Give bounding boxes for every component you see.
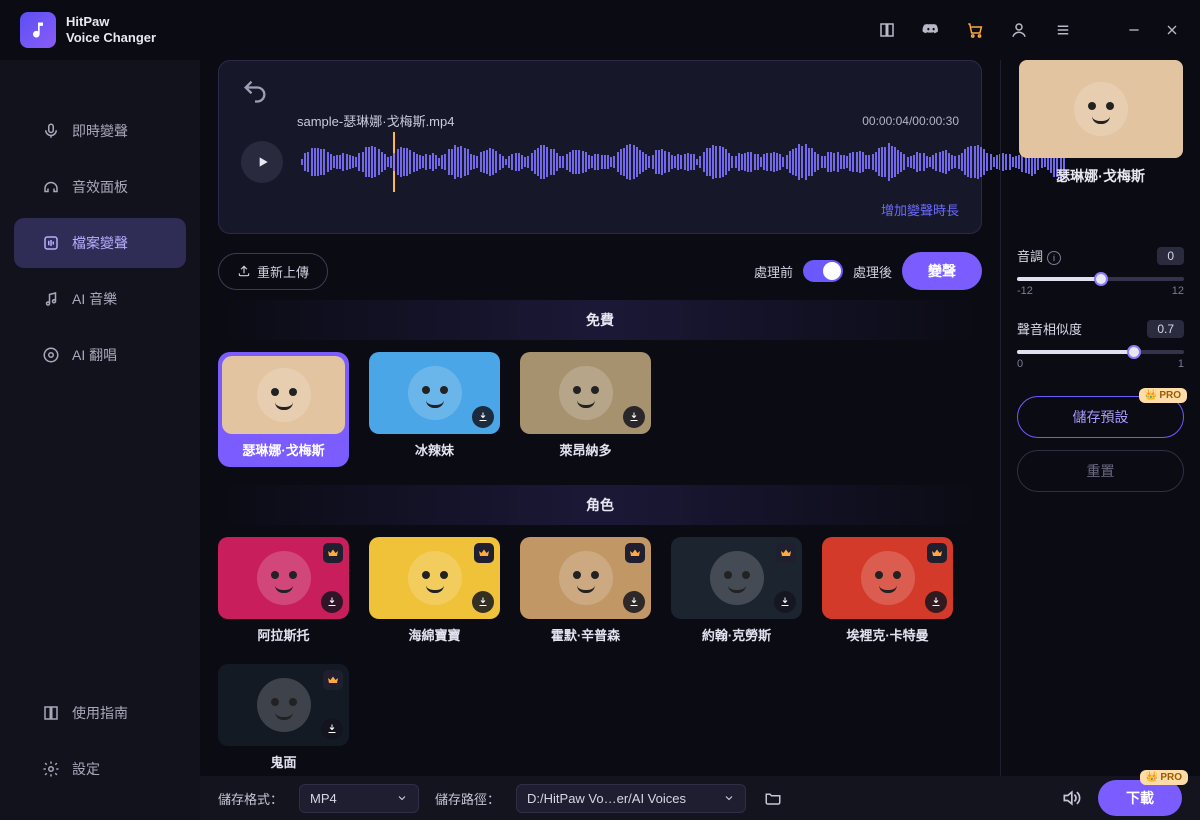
voice-card[interactable]: 海綿寶寶: [369, 537, 500, 644]
right-panel: 瑟琳娜·戈梅斯 音調i 0 -1212 聲音相似度 0.7 01 儲存預設 👑P…: [1000, 60, 1200, 776]
after-label: 處理後: [853, 262, 892, 281]
nav-realtime[interactable]: 即時變聲: [14, 106, 186, 156]
info-icon[interactable]: i: [1047, 251, 1061, 265]
voice-name: 萊昂納多: [559, 440, 611, 459]
voice-name: 霍默·辛普森: [551, 625, 620, 644]
download-icon[interactable]: [472, 406, 494, 428]
download-button[interactable]: 下載 👑PRO: [1098, 780, 1182, 816]
voice-card[interactable]: 瑟琳娜·戈梅斯: [218, 352, 349, 467]
voice-card[interactable]: 埃裡克·卡特曼: [822, 537, 953, 644]
voice-name: 阿拉斯托: [257, 625, 309, 644]
nav-settings[interactable]: 設定: [14, 744, 186, 794]
waveform[interactable]: [301, 134, 1065, 190]
sidebar: 即時變聲 音效面板 檔案變聲 AI 音樂 AI 翻唱 使用指南 設定: [0, 60, 200, 820]
crown-icon: [323, 670, 343, 690]
main-content: sample-瑟琳娜·戈梅斯.mp4 00:00:04/00:00:30 增加變…: [200, 60, 1000, 776]
nav-file-voice[interactable]: 檔案變聲: [14, 218, 186, 268]
app-logo: HitPaw Voice Changer: [20, 12, 156, 48]
download-icon[interactable]: [623, 406, 645, 428]
voice-name: 約翰·克勞斯: [702, 625, 771, 644]
cart-icon[interactable]: [966, 21, 984, 39]
before-after-toggle[interactable]: [803, 260, 843, 282]
open-folder-button[interactable]: [762, 787, 784, 809]
undo-button[interactable]: [241, 77, 269, 105]
voice-card[interactable]: 鬼面: [218, 664, 349, 771]
time-display: 00:00:04/00:00:30: [862, 114, 959, 128]
format-label: 儲存格式：: [218, 789, 283, 808]
preview-thumb: [1019, 60, 1183, 158]
pitch-value: 0: [1157, 247, 1184, 265]
crown-icon: [776, 543, 796, 563]
nav-ai-music[interactable]: AI 音樂: [14, 274, 186, 324]
speaker-button[interactable]: [1060, 787, 1082, 809]
close-button[interactable]: [1164, 22, 1180, 38]
app-title: HitPaw Voice Changer: [66, 14, 156, 45]
convert-button[interactable]: 變聲: [902, 252, 982, 290]
file-name: sample-瑟琳娜·戈梅斯.mp4: [297, 111, 454, 130]
guide-icon[interactable]: [878, 21, 896, 39]
logo-icon: [20, 12, 56, 48]
crown-icon: [474, 543, 494, 563]
path-label: 儲存路徑：: [435, 789, 500, 808]
similarity-value: 0.7: [1147, 320, 1184, 338]
add-time-link[interactable]: 增加變聲時長: [241, 200, 959, 219]
crown-icon: [927, 543, 947, 563]
voice-card[interactable]: 阿拉斯托: [218, 537, 349, 644]
voice-card[interactable]: 萊昂納多: [520, 352, 651, 467]
nav-guide[interactable]: 使用指南: [14, 688, 186, 738]
minimize-button[interactable]: [1126, 22, 1142, 38]
pitch-track[interactable]: [1017, 277, 1184, 281]
grid-role: 阿拉斯托 海綿寶寶 霍默·辛普森 約翰·克勞斯 埃裡克·卡特曼鬼面: [218, 537, 982, 771]
download-icon[interactable]: [623, 591, 645, 613]
section-role: 角色: [218, 485, 982, 525]
path-select[interactable]: D:/HitPaw Vo…er/AI Voices: [516, 784, 746, 813]
nav-ai-cover[interactable]: AI 翻唱: [14, 330, 186, 380]
download-icon[interactable]: [774, 591, 796, 613]
reset-button[interactable]: 重置: [1017, 450, 1184, 492]
similarity-slider: 聲音相似度 0.7 01: [1017, 319, 1184, 370]
voice-name: 海綿寶寶: [408, 625, 460, 644]
menu-icon[interactable]: [1054, 21, 1072, 39]
voice-card[interactable]: 霍默·辛普森: [520, 537, 651, 644]
grid-free: 瑟琳娜·戈梅斯 冰辣妹 萊昂納多: [218, 352, 982, 467]
bottom-bar: 儲存格式： MP4 儲存路徑： D:/HitPaw Vo…er/AI Voice…: [200, 776, 1200, 820]
voice-name: 冰辣妹: [415, 440, 454, 459]
voice-card[interactable]: 約翰·克勞斯: [671, 537, 802, 644]
pitch-slider: 音調i 0 -1212: [1017, 246, 1184, 297]
save-preset-button[interactable]: 儲存預設 👑PRO: [1017, 396, 1184, 438]
discord-icon[interactable]: [922, 21, 940, 39]
download-icon[interactable]: [321, 591, 343, 613]
voice-name: 埃裡克·卡特曼: [846, 625, 928, 644]
titlebar: HitPaw Voice Changer: [0, 0, 1200, 60]
before-label: 處理前: [754, 262, 793, 281]
section-free: 免費: [218, 300, 982, 340]
voice-name: 瑟琳娜·戈梅斯: [242, 440, 324, 459]
nav-soundboard[interactable]: 音效面板: [14, 162, 186, 212]
crown-icon: [323, 543, 343, 563]
voice-card[interactable]: 冰辣妹: [369, 352, 500, 467]
download-icon[interactable]: [925, 591, 947, 613]
crown-icon: [625, 543, 645, 563]
download-icon[interactable]: [472, 591, 494, 613]
format-select[interactable]: MP4: [299, 784, 419, 813]
download-icon[interactable]: [321, 718, 343, 740]
similarity-track[interactable]: [1017, 350, 1184, 354]
voice-name: 鬼面: [270, 752, 296, 771]
preview-name: 瑟琳娜·戈梅斯: [1017, 166, 1184, 186]
pro-badge: 👑PRO: [1140, 770, 1188, 785]
player-card: sample-瑟琳娜·戈梅斯.mp4 00:00:04/00:00:30 增加變…: [218, 60, 982, 234]
reupload-button[interactable]: 重新上傳: [218, 253, 328, 290]
pro-badge: 👑PRO: [1139, 388, 1187, 403]
user-icon[interactable]: [1010, 21, 1028, 39]
play-button[interactable]: [241, 141, 283, 183]
